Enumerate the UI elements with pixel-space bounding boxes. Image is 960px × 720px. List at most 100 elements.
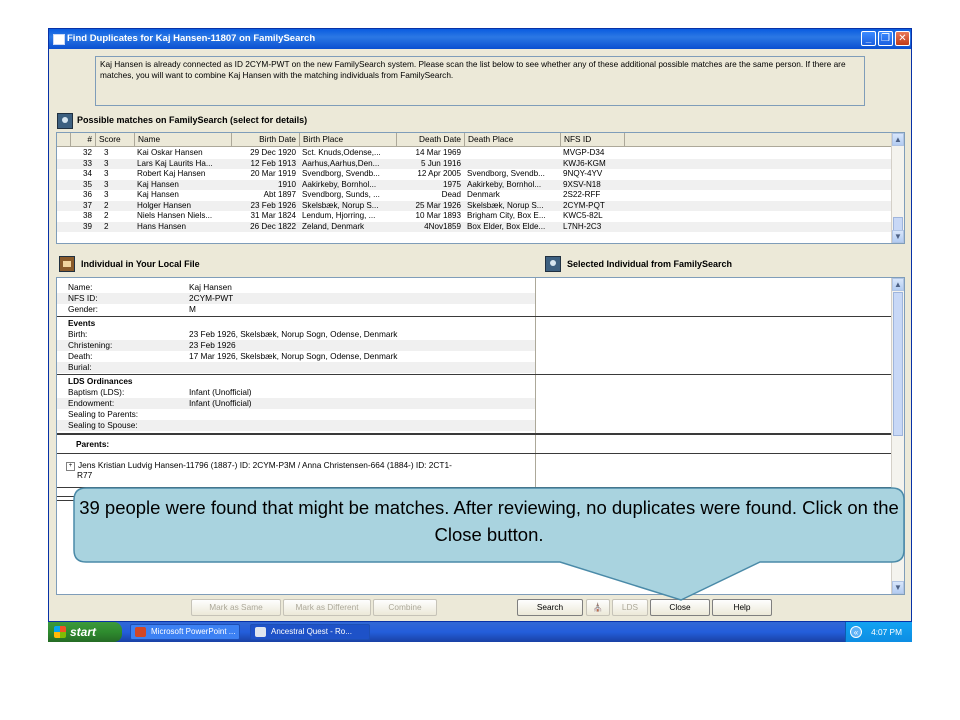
cell-name: Lars Kaj Laurits Ha... (137, 158, 213, 168)
cell-birth-date: 31 Mar 1824 (250, 211, 296, 220)
cell-death-date: 14 Mar 1969 (415, 148, 461, 157)
intro-text: Kaj Hansen is already connected as ID 2C… (95, 56, 865, 106)
familysearch-tree-icon-2 (545, 256, 561, 272)
cell-death-place (465, 148, 561, 158)
search-button[interactable]: Search (517, 599, 583, 616)
cell-number: 35 (82, 179, 92, 189)
cell-birth-place: Svendborg, Svendb... (302, 169, 380, 178)
section-divider (57, 433, 903, 435)
table-row[interactable]: 33 3 Lars Kaj Laurits Ha... 12 Feb 1913 Aarh… (57, 158, 893, 169)
col-nfs-id[interactable]: NFS ID (561, 133, 625, 146)
col-number[interactable]: # (71, 133, 96, 146)
cell-birth-date: 26 Dec 1822 (250, 221, 296, 231)
cell-score: 3 (104, 179, 109, 189)
cell-birth-place: Lendum, Hjorring, ... (302, 211, 376, 220)
cell-death-date: 10 Mar 1893 (415, 211, 461, 220)
windows-taskbar: start Microsoft PowerPoint ... Ancestral… (48, 622, 912, 642)
section-divider (57, 496, 77, 497)
col-birth-place[interactable]: Birth Place (300, 133, 397, 146)
cell-birth-date: 20 Mar 1919 (250, 169, 296, 178)
section-divider (57, 487, 903, 488)
cell-name: Hans Hansen (137, 221, 187, 231)
table-row[interactable]: 34 3 Robert Kaj Hansen 20 Mar 1919 Svendborg… (57, 169, 893, 179)
cell-birth-date: 29 Dec 1920 (250, 148, 296, 157)
events-heading: Events (68, 318, 96, 328)
matches-table-header: # Score Name Birth Date Birth Place Deat… (57, 133, 893, 147)
col-name[interactable]: Name (135, 133, 232, 146)
close-button[interactable]: Close (650, 599, 710, 616)
cell-death-place: Aakirkeby, Bornhol... (467, 179, 542, 189)
taskbar-item-ancestral-quest[interactable]: Ancestral Quest - Ro... (250, 624, 370, 640)
scroll-down-icon[interactable]: ▼ (892, 581, 904, 594)
restore-button[interactable]: ❐ (878, 31, 893, 46)
expand-plus-icon[interactable]: + (66, 462, 75, 471)
mark-as-different-button[interactable]: Mark as Different (283, 599, 371, 616)
cell-death-place: Svendborg, Svendb... (467, 169, 545, 178)
table-row[interactable]: 35 3 Kaj Hansen 1910 Aakirkeby, Bornhol... 19… (57, 179, 893, 190)
cell-birth-place: Zeland, Denmark (302, 221, 365, 231)
cell-score: 2 (104, 211, 109, 220)
cell-score: 3 (104, 148, 109, 157)
cell-death-place: Denmark (467, 190, 500, 199)
col-birth-date[interactable]: Birth Date (232, 133, 300, 146)
selected-individual-heading: Selected Individual from FamilySearch (567, 259, 733, 269)
local-individual-heading: Individual in Your Local File (81, 259, 200, 269)
table-row[interactable]: 39 2 Hans Hansen 26 Dec 1822 Zeland, Denmark… (57, 221, 893, 232)
cell-number: 33 (82, 158, 92, 168)
event-row: Birth: 23 Feb 1926, Skelsbæk, Norup Sogn… (68, 329, 398, 339)
cell-score: 3 (104, 190, 109, 199)
section-divider (57, 374, 903, 375)
table-row[interactable]: 37 2 Holger Hansen 23 Feb 1926 Skelsbæk, Nor… (57, 200, 893, 211)
taskbar-item-powerpoint[interactable]: Microsoft PowerPoint ... (130, 624, 240, 640)
cell-birth-place: Svendborg, Sunds, ... (302, 190, 380, 199)
minimize-button[interactable]: _ (861, 31, 876, 46)
table-row[interactable]: 36 3 Kaj Hansen Abt 1897 Svendborg, Sunds, .… (57, 190, 893, 200)
scroll-thumb[interactable] (893, 217, 903, 231)
cell-death-date: Dead (441, 190, 461, 199)
lds-temple-icon[interactable]: ⛪ (586, 599, 610, 616)
ordinance-row: Sealing to Spouse: (57, 420, 535, 431)
cell-name: Holger Hansen (137, 200, 191, 210)
scroll-thumb[interactable] (893, 292, 903, 436)
cell-name: Kaj Hansen (137, 190, 179, 199)
start-button[interactable]: start (48, 622, 122, 642)
cell-nfs-id: 9NQY-4YV (563, 169, 603, 178)
cell-nfs-id: KWJ6-KGM (563, 158, 606, 168)
table-row[interactable]: 38 2 Niels Hansen Niels... 31 Mar 1824 Lendu… (57, 211, 893, 221)
cell-number: 34 (82, 169, 92, 178)
matches-table[interactable]: # Score Name Birth Date Birth Place Deat… (56, 132, 905, 244)
show-hidden-icons-icon[interactable]: « (850, 626, 862, 638)
scroll-up-icon[interactable]: ▲ (892, 278, 904, 291)
cell-death-place: Brigham City, Box E... (467, 211, 546, 220)
window-title: Find Duplicates for Kaj Hansen-11807 on … (67, 33, 316, 44)
cell-death-date: 4Nov1859 (424, 221, 461, 231)
combine-button[interactable]: Combine (373, 599, 437, 616)
parents-entry-continued: R77 (77, 470, 93, 480)
family-icon (59, 256, 75, 272)
powerpoint-icon (135, 627, 146, 637)
ordinance-row: Sealing to Parents: (68, 409, 139, 419)
ordinance-row: Baptism (LDS): Infant (Unofficial) (68, 387, 252, 397)
scroll-up-icon[interactable]: ▲ (892, 133, 904, 146)
help-button[interactable]: Help (712, 599, 772, 616)
cell-score: 2 (104, 200, 109, 210)
cell-death-date: 5 Jun 1916 (420, 158, 461, 168)
cell-death-place (465, 159, 561, 169)
matches-scrollbar[interactable]: ▲ ▼ (891, 133, 904, 243)
window-titlebar[interactable]: Find Duplicates for Kaj Hansen-11807 on … (49, 29, 911, 49)
cell-death-date: 12 Apr 2005 (417, 169, 461, 178)
close-window-button[interactable]: ✕ (895, 31, 910, 46)
cell-number: 39 (82, 221, 92, 231)
col-death-place[interactable]: Death Place (465, 133, 561, 146)
mark-as-same-button[interactable]: Mark as Same (191, 599, 281, 616)
cell-score: 2 (104, 221, 109, 231)
field-row: Name: Kaj Hansen (68, 282, 232, 292)
cell-score: 3 (104, 158, 109, 168)
scroll-down-icon[interactable]: ▼ (892, 230, 904, 243)
col-score[interactable]: Score (96, 133, 135, 146)
cell-nfs-id: L7NH-2C3 (563, 221, 602, 231)
table-row[interactable]: 32 3 Kai Oskar Hansen 29 Dec 1920 Sct. Knuds… (57, 148, 893, 158)
cell-nfs-id: 9XSV-N18 (563, 179, 601, 189)
lds-button[interactable]: LDS (612, 599, 648, 616)
col-death-date[interactable]: Death Date (397, 133, 465, 146)
